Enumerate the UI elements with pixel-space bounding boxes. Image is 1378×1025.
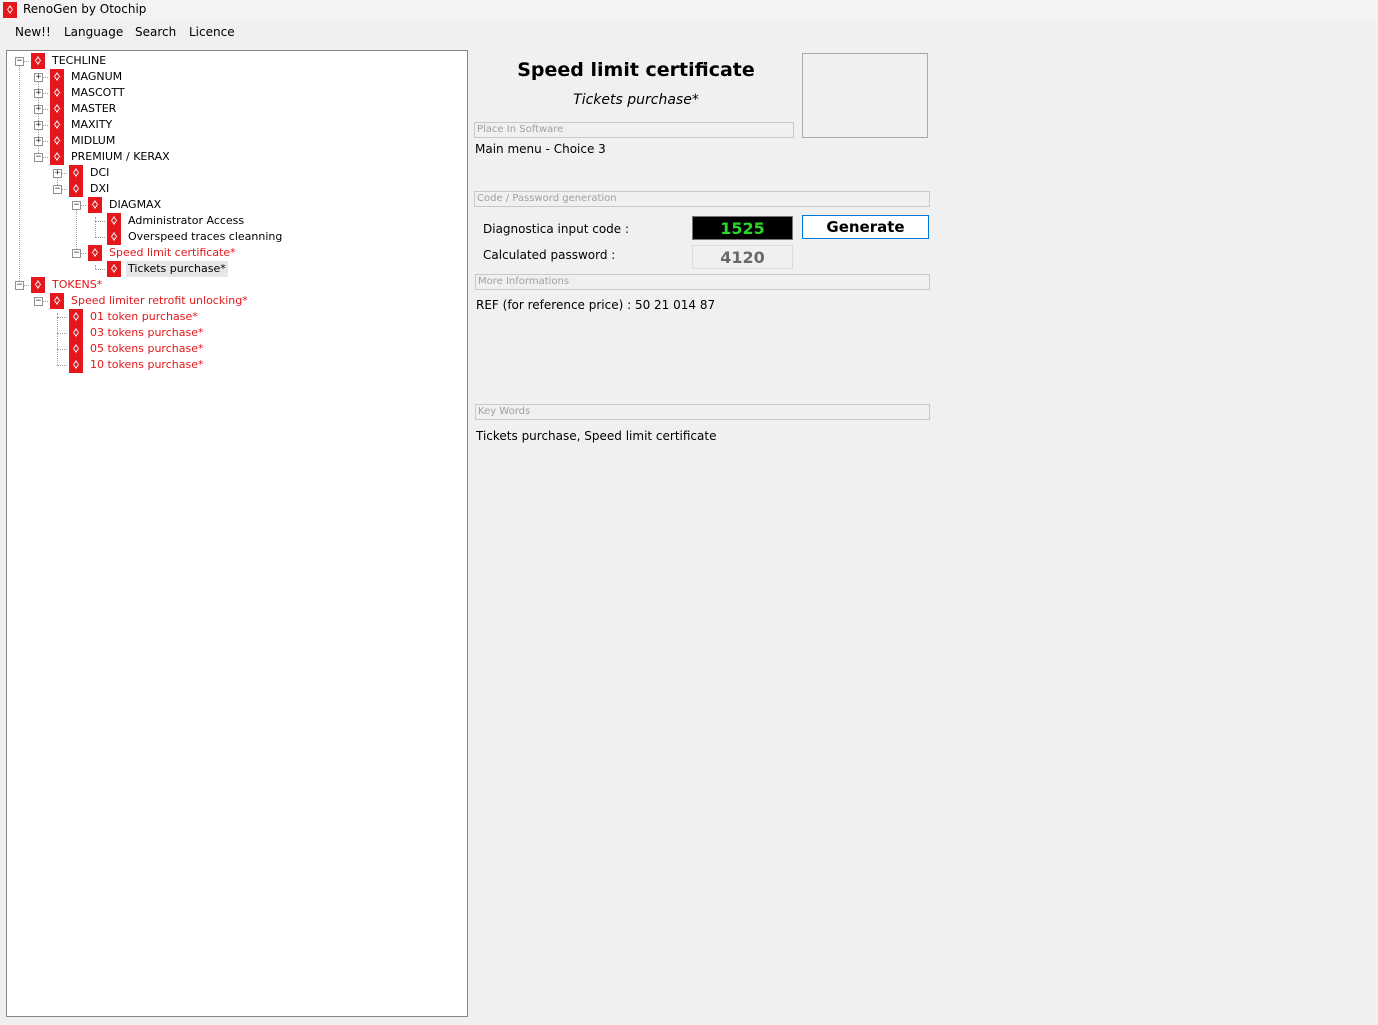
code-password-header: Code / Password generation — [474, 191, 930, 207]
renault-logo-icon — [69, 165, 83, 181]
renault-logo-icon — [50, 69, 64, 85]
menu-licence[interactable]: Licence — [189, 25, 235, 39]
collapse-icon[interactable]: − — [34, 153, 43, 162]
renault-logo-icon — [31, 53, 45, 69]
detail-panel: Speed limit certificate Tickets purchase… — [474, 50, 934, 470]
tree-item-label: 10 tokens purchase* — [90, 358, 204, 371]
tree-item-label: Overspeed traces cleanning — [128, 230, 283, 243]
tree-item-label: PREMIUM / KERAX — [71, 150, 170, 163]
more-info-header: More Informations — [475, 274, 930, 290]
renault-logo-icon — [69, 325, 83, 341]
menu-bar: New!! Language Search Licence — [0, 22, 1378, 44]
collapse-icon[interactable]: − — [15, 281, 24, 290]
expand-icon[interactable]: + — [53, 169, 62, 178]
tree-item-label: Tickets purchase* — [126, 261, 228, 277]
expand-icon[interactable]: + — [34, 137, 43, 146]
renault-logo-icon — [88, 245, 102, 261]
renault-logo-icon — [69, 181, 83, 197]
renault-logo-icon — [50, 293, 64, 309]
tree-item-label: Administrator Access — [128, 214, 245, 227]
tree-line — [57, 313, 58, 365]
tree-line — [57, 333, 67, 334]
title-bar: RenoGen by Otochip — [0, 0, 1378, 22]
tree-item-label: TOKENS* — [52, 278, 103, 291]
expand-icon[interactable]: + — [34, 89, 43, 98]
page-title: Speed limit certificate — [517, 59, 755, 81]
tree-item-label: Speed limit certificate* — [109, 246, 236, 259]
place-in-software-value: Main menu - Choice 3 — [475, 142, 606, 156]
menu-new[interactable]: New!! — [15, 25, 51, 39]
tree-item-label: 01 token purchase* — [90, 310, 198, 323]
tree-item-label: DXI — [90, 182, 110, 195]
password-output: 4120 — [692, 245, 793, 269]
tree-item-label: MAGNUM — [71, 70, 123, 83]
tree-item-label: TECHLINE — [52, 54, 107, 67]
input-code-label: Diagnostica input code : — [483, 222, 630, 236]
collapse-icon[interactable]: − — [34, 297, 43, 306]
generate-button[interactable]: Generate — [802, 215, 929, 239]
renault-logo-icon — [107, 261, 121, 277]
renault-logo-icon — [50, 117, 64, 133]
window-title: RenoGen by Otochip — [23, 2, 147, 16]
product-image-placeholder — [802, 53, 928, 138]
tree-item-label: 05 tokens purchase* — [90, 342, 204, 355]
place-in-software-header: Place In Software — [474, 122, 794, 138]
tree-item-label: Speed limiter retrofit unlocking* — [71, 294, 248, 307]
input-code-field[interactable]: 1525 — [692, 216, 793, 240]
collapse-icon[interactable]: − — [15, 57, 24, 66]
tree-line — [57, 349, 67, 350]
renault-logo-icon — [69, 341, 83, 357]
tree-item-label: MASTER — [71, 102, 117, 115]
tree-item-label: MASCOTT — [71, 86, 125, 99]
menu-search[interactable]: Search — [135, 25, 176, 39]
tree-item-label: MAXITY — [71, 118, 113, 131]
tree-line — [95, 217, 96, 237]
tree-line — [19, 65, 20, 285]
expand-icon[interactable]: + — [34, 121, 43, 130]
renault-logo-icon — [31, 277, 45, 293]
expand-icon[interactable]: + — [34, 73, 43, 82]
renault-logo-icon — [107, 229, 121, 245]
tree-line — [95, 237, 105, 238]
keywords-header: Key Words — [475, 404, 930, 420]
tree-line — [57, 365, 67, 366]
tree-item-label: DCI — [90, 166, 110, 179]
tree-line — [95, 269, 105, 270]
tree-item-label: DIAGMAX — [109, 198, 162, 211]
collapse-icon[interactable]: − — [53, 185, 62, 194]
renault-logo-icon — [50, 149, 64, 165]
renault-logo-icon — [3, 2, 17, 18]
renault-logo-icon — [88, 197, 102, 213]
page-subtitle: Tickets purchase* — [573, 92, 699, 108]
reference-text: REF (for reference price) : 50 21 014 87 — [476, 298, 716, 312]
renault-logo-icon — [50, 133, 64, 149]
collapse-icon[interactable]: − — [72, 249, 81, 258]
collapse-icon[interactable]: − — [72, 201, 81, 210]
keywords-text: Tickets purchase, Speed limit certificat… — [476, 429, 717, 443]
password-label: Calculated password : — [483, 248, 616, 262]
renault-logo-icon — [50, 101, 64, 117]
expand-icon[interactable]: + — [34, 105, 43, 114]
tree-line — [95, 221, 105, 222]
tree-line — [57, 317, 67, 318]
renault-logo-icon — [69, 309, 83, 325]
renault-logo-icon — [107, 213, 121, 229]
renault-logo-icon — [69, 357, 83, 373]
tree-item-label: 03 tokens purchase* — [90, 326, 204, 339]
tree-item-label: MIDLUM — [71, 134, 116, 147]
menu-language[interactable]: Language — [64, 25, 123, 39]
renault-logo-icon — [50, 85, 64, 101]
tree-view[interactable]: − + + + + + − + − − − − − TECHLINE MAGNU… — [6, 50, 468, 1017]
